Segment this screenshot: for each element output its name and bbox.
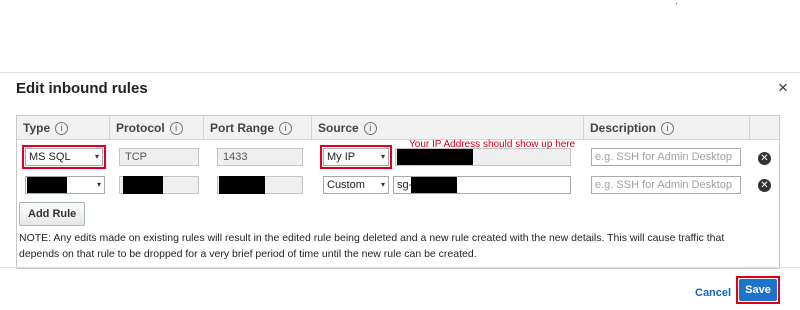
column-header-description: Description i [583,116,749,140]
column-header-actions [749,116,779,140]
column-label-description: Description [590,121,657,135]
top-dot-mark: . [675,0,678,7]
ip-annotation: Your IP Address should show up here [409,139,576,150]
add-rule-button[interactable]: Add Rule [19,202,86,226]
info-icon[interactable]: i [661,122,675,136]
description-input[interactable]: e.g. SSH for Admin Desktop [591,176,741,194]
edit-inbound-rules-dialog: Edit inbound rules × Type i Protocol i Por… [0,72,800,310]
column-label-protocol: Protocol [116,121,165,135]
save-highlight-box [736,276,780,304]
info-icon[interactable]: i [169,122,183,136]
chevron-down-icon: ▾ [96,180,101,189]
rules-table-header: Type i Protocol i Port Range i Source i Desc… [17,116,779,140]
info-icon[interactable]: i [55,122,69,136]
chevron-down-icon: ▾ [380,180,385,189]
redacted-port-range [219,176,265,194]
dialog-title: Edit inbound rules [16,80,148,97]
column-label-source: Source [318,121,359,135]
redacted-protocol [123,176,163,194]
source-select[interactable]: Custom ▾ [323,176,389,194]
redacted-security-group [411,177,457,193]
column-header-protocol: Protocol i [109,116,203,140]
source-highlight-box [320,145,392,169]
column-label-port-range: Port Range [210,121,275,135]
column-header-type: Type i [17,116,109,140]
remove-rule-icon[interactable]: ✕ [758,179,771,192]
redacted-ip [397,149,473,165]
remove-rule-icon[interactable]: ✕ [758,152,771,165]
type-highlight-box [22,145,106,169]
column-header-source: Source i [311,116,583,140]
redacted-type [27,177,67,193]
port-range-field: 1433 [217,148,303,166]
column-label-type: Type [23,121,51,135]
source-value-text: sg- [397,179,413,191]
cancel-button[interactable]: Cancel [695,287,731,299]
protocol-field: TCP [119,148,199,166]
description-input[interactable]: e.g. SSH for Admin Desktop [591,148,741,166]
footer-divider [0,267,800,268]
source-select-value: Custom [327,179,365,191]
edit-warning-note: NOTE: Any edits made on existing rules w… [19,232,725,260]
info-icon[interactable]: i [279,122,293,136]
column-header-port-range: Port Range i [203,116,311,140]
rules-table: Type i Protocol i Port Range i Source i Desc… [16,115,780,269]
info-icon[interactable]: i [363,122,377,136]
description-placeholder: e.g. SSH for Admin Desktop [595,151,732,163]
close-icon[interactable]: × [774,79,792,97]
description-placeholder: e.g. SSH for Admin Desktop [595,179,732,191]
